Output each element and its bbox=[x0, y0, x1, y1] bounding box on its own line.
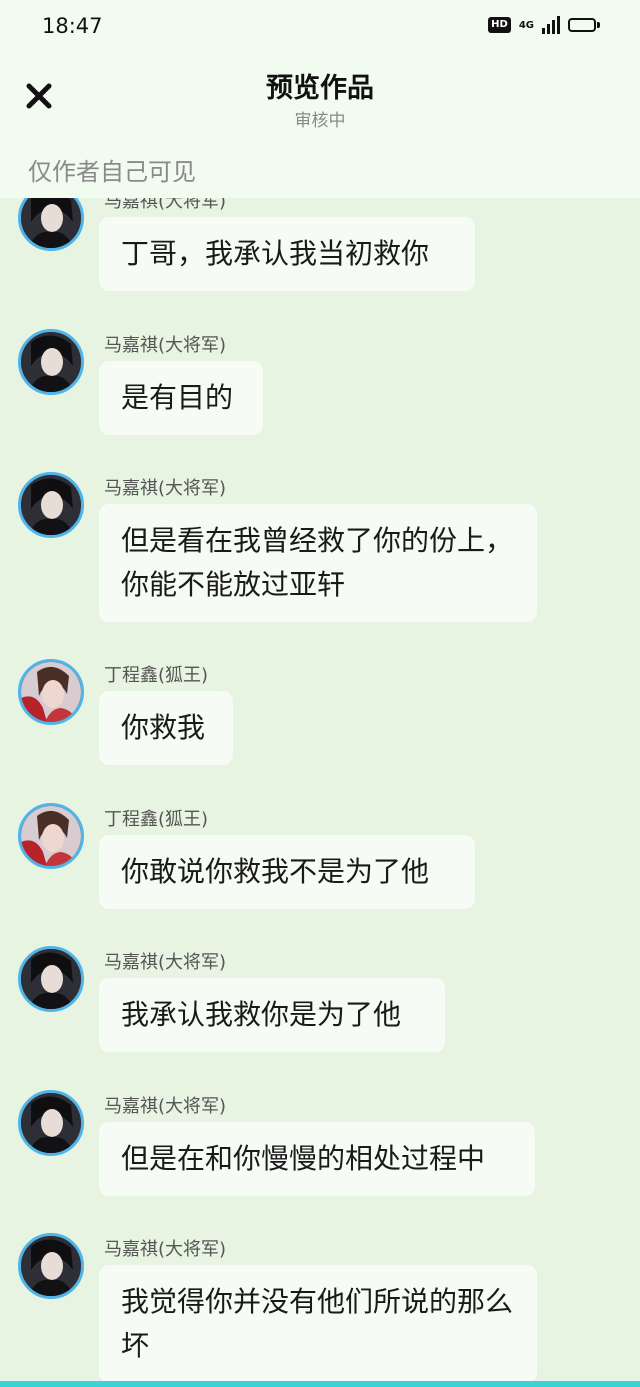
sender-name: 丁程鑫(狐王) bbox=[104, 809, 209, 830]
sender-name: 丁程鑫(狐王) bbox=[104, 665, 209, 686]
avatar[interactable] bbox=[18, 329, 84, 395]
message-bubble[interactable]: 但是看在我曾经救了你的份上，你能不能放过亚轩 bbox=[99, 504, 537, 622]
avatar[interactable] bbox=[18, 946, 84, 1012]
page-title: 预览作品 bbox=[266, 73, 374, 104]
avatar[interactable] bbox=[18, 1233, 84, 1299]
hd-icon: HD bbox=[488, 17, 511, 33]
avatar[interactable] bbox=[18, 803, 84, 869]
sender-name: 马嘉祺(大将军) bbox=[104, 478, 227, 499]
avatar[interactable] bbox=[18, 472, 84, 538]
status-icons: HD 4G bbox=[488, 16, 600, 34]
review-status: 审核中 bbox=[294, 111, 346, 131]
status-time: 18:47 bbox=[42, 14, 103, 38]
bottom-indicator bbox=[0, 1381, 640, 1387]
message-bubble[interactable]: 你救我 bbox=[99, 691, 233, 765]
visibility-note: 仅作者自己可见 bbox=[28, 158, 196, 186]
header: 18:47 HD 4G 预览作品 审核中 仅作者自己可见 bbox=[0, 0, 640, 198]
signal-icon bbox=[542, 16, 560, 34]
sender-name: 马嘉祺(大将军) bbox=[104, 335, 227, 356]
message-bubble[interactable]: 我承认我救你是为了他 bbox=[99, 978, 445, 1052]
network-type: 4G bbox=[518, 19, 534, 31]
avatar[interactable] bbox=[18, 659, 84, 725]
status-bar: 18:47 HD 4G bbox=[0, 0, 640, 56]
sender-name: 马嘉祺(大将军) bbox=[104, 952, 227, 973]
battery-icon bbox=[568, 18, 600, 32]
chat-list[interactable]: 马嘉祺(大将军) 丁哥，我承认我当初救你 马嘉祺(大将军) 是有目的 马嘉祺(大… bbox=[0, 0, 640, 1387]
message-bubble[interactable]: 丁哥，我承认我当初救你 bbox=[99, 217, 475, 291]
message-bubble[interactable]: 你敢说你救我不是为了他 bbox=[99, 835, 475, 909]
message-bubble[interactable]: 但是在和你慢慢的相处过程中 bbox=[99, 1122, 535, 1196]
avatar[interactable] bbox=[18, 1090, 84, 1156]
message-bubble[interactable]: 我觉得你并没有他们所说的那么坏 bbox=[99, 1265, 537, 1383]
message-bubble[interactable]: 是有目的 bbox=[99, 361, 263, 435]
sender-name: 马嘉祺(大将军) bbox=[104, 1239, 227, 1260]
sender-name: 马嘉祺(大将军) bbox=[104, 1096, 227, 1117]
